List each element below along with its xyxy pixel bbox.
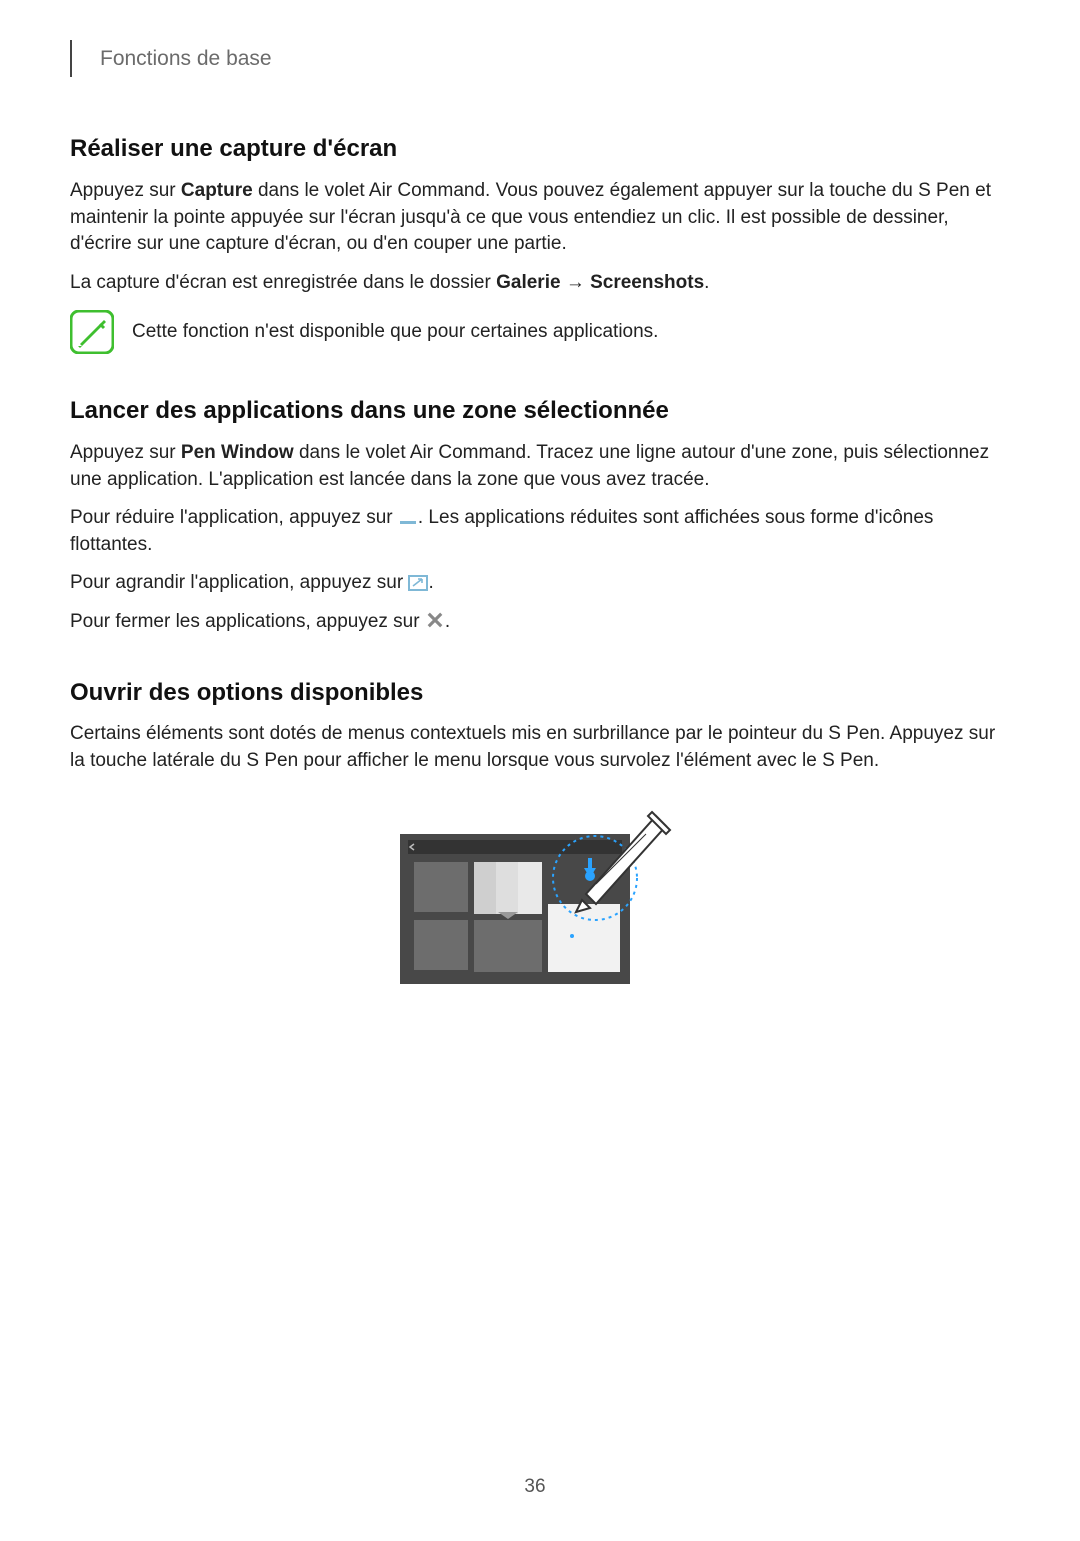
- section1-p2: La capture d'écran est enregistrée dans …: [70, 270, 1000, 297]
- text: Pour agrandir l'application, appuyez sur: [70, 572, 408, 593]
- section2-p3: Pour agrandir l'application, appuyez sur…: [70, 570, 1000, 597]
- section3-p1: Certains éléments sont dotés de menus co…: [70, 721, 1000, 774]
- section2-p1: Appuyez sur Pen Window dans le volet Air…: [70, 440, 1000, 493]
- text: Appuyez sur: [70, 180, 181, 201]
- breadcrumb-text: Fonctions de base: [100, 47, 272, 70]
- section1-p1: Appuyez sur Capture dans le volet Air Co…: [70, 178, 1000, 258]
- section2-p4: Pour fermer les applications, appuyez su…: [70, 609, 1000, 636]
- breadcrumb: Fonctions de base: [70, 40, 1000, 77]
- text: Pour réduire l'application, appuyez sur: [70, 507, 398, 528]
- text: Pour fermer les applications, appuyez su…: [70, 611, 425, 632]
- section2-p2: Pour réduire l'application, appuyez sur …: [70, 505, 1000, 558]
- text-bold: Capture: [181, 180, 253, 201]
- minimize-icon: [398, 508, 418, 522]
- text-bold: Screenshots: [590, 272, 704, 293]
- section2-title: Lancer des applications dans une zone sé…: [70, 394, 1000, 428]
- page-number: 36: [70, 1474, 1000, 1501]
- text: .: [428, 572, 433, 593]
- section1-title: Réaliser une capture d'écran: [70, 132, 1000, 166]
- text-bold: Galerie: [496, 272, 560, 293]
- text: →: [561, 272, 591, 293]
- text: La capture d'écran est enregistrée dans …: [70, 272, 496, 293]
- note-text: Cette fonction n'est disponible que pour…: [132, 319, 658, 346]
- text: .: [445, 611, 450, 632]
- text: Appuyez sur: [70, 442, 181, 463]
- text-bold: Pen Window: [181, 442, 294, 463]
- note-row: Cette fonction n'est disponible que pour…: [70, 310, 1000, 354]
- section3-title: Ouvrir des options disponibles: [70, 676, 1000, 710]
- text: .: [704, 272, 709, 293]
- close-icon: [425, 610, 445, 624]
- note-icon: [70, 310, 114, 354]
- spen-illustration: [390, 804, 680, 994]
- expand-icon: [408, 573, 428, 587]
